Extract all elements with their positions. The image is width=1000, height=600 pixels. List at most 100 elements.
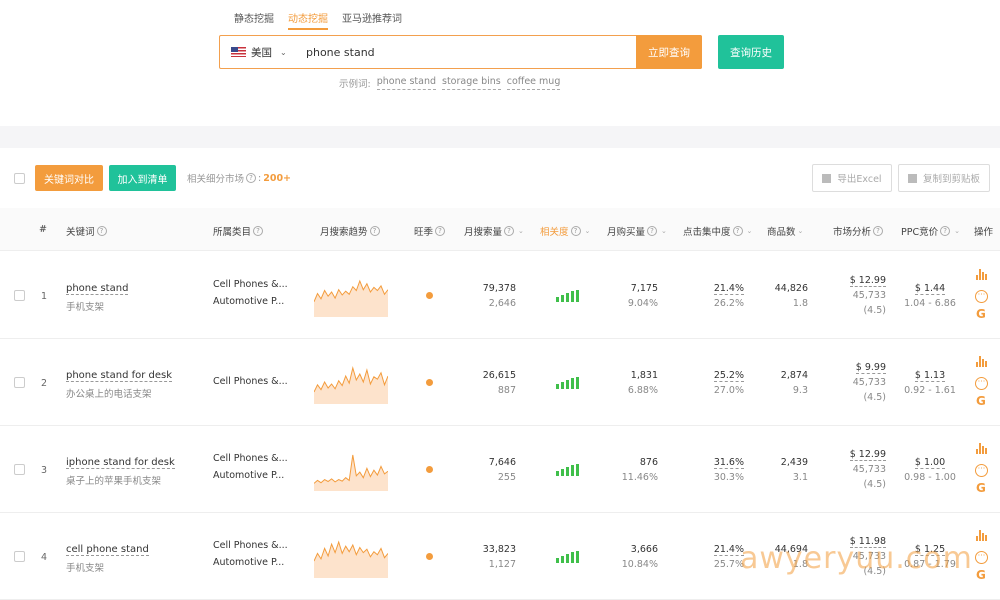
trend-area — [314, 455, 388, 491]
peak-season-dot[interactable] — [426, 379, 433, 386]
peak-season-dot[interactable] — [426, 553, 433, 560]
us-flag-icon — [231, 47, 246, 57]
relevance-signal — [556, 464, 579, 476]
google-search-icon[interactable]: G — [976, 568, 986, 582]
table-row[interactable]: 3 iphone stand for desk 桌子上的苹果手机支架 Cell … — [0, 426, 1000, 513]
tab-dynamic[interactable]: 动态挖掘 — [288, 10, 328, 30]
help-icon[interactable]: ? — [253, 226, 264, 236]
ppc-bid[interactable]: $ 1.00 — [900, 457, 960, 469]
help-icon[interactable]: ? — [504, 226, 515, 236]
click-share[interactable]: 21.4% — [700, 544, 744, 556]
tab-amazon-suggest[interactable]: 亚马逊推荐词 — [342, 10, 402, 30]
keyword-link[interactable]: phone stand — [66, 283, 129, 295]
more-options-icon[interactable]: ··· — [975, 551, 988, 564]
help-icon[interactable]: ? — [246, 173, 257, 183]
help-icon[interactable]: ? — [940, 226, 951, 236]
help-icon[interactable]: ? — [369, 226, 380, 236]
ppc-bid[interactable]: $ 1.13 — [900, 370, 960, 382]
click-share[interactable]: 21.4% — [700, 283, 744, 295]
peak-season-dot[interactable] — [426, 466, 433, 473]
keyword-link[interactable]: iphone stand for desk — [66, 457, 175, 469]
row-checkbox[interactable] — [14, 290, 25, 301]
table-row[interactable]: 2 phone stand for desk 办公桌上的电话支架 Cell Ph… — [0, 339, 1000, 426]
keyword-link[interactable]: cell phone stand — [66, 544, 149, 556]
keyword-link[interactable]: phone stand for desk — [66, 370, 173, 382]
select-all-checkbox[interactable] — [14, 173, 25, 184]
bar-chart-icon[interactable] — [976, 356, 987, 367]
compare-keywords-button[interactable]: 关键词对比 — [35, 165, 103, 191]
sort-icon[interactable]: ⌄ — [954, 227, 960, 235]
help-icon[interactable]: ? — [873, 226, 884, 236]
copy-label: 复制到剪贴板 — [922, 174, 980, 185]
header-click-share[interactable]: 点击集中度? ⌄ — [683, 224, 752, 238]
country-select[interactable]: 美国 ⌄ — [220, 36, 296, 68]
help-icon[interactable]: ? — [732, 226, 743, 236]
relevance-bar — [566, 554, 569, 563]
peak-season-dot[interactable] — [426, 292, 433, 299]
market-count[interactable]: 200+ — [263, 173, 291, 184]
category-secondary: Automotive P... — [213, 470, 285, 481]
search-trend-sparkline[interactable] — [314, 451, 388, 491]
header-products[interactable]: 商品数 ⌄ — [767, 224, 803, 238]
help-icon[interactable]: ? — [647, 226, 658, 236]
click-share-sub: 26.2% — [713, 298, 744, 309]
search-volume-daily: 887 — [497, 385, 516, 396]
example-keyword[interactable]: storage bins — [442, 76, 501, 90]
example-keyword[interactable]: coffee mug — [506, 76, 561, 90]
add-to-list-button[interactable]: 加入到清单 — [109, 165, 176, 191]
google-search-icon[interactable]: G — [976, 307, 986, 321]
help-icon[interactable]: ? — [96, 226, 107, 236]
keyword-input[interactable] — [296, 36, 636, 68]
avg-price[interactable]: $ 12.99 — [840, 449, 886, 461]
more-options-icon[interactable]: ··· — [975, 290, 988, 303]
google-search-icon[interactable]: G — [976, 481, 986, 495]
header-search-volume[interactable]: 月搜索量? ⌄ — [464, 224, 524, 238]
header-purchases[interactable]: 月购买量? ⌄ — [607, 224, 667, 238]
bar-chart-icon[interactable] — [976, 269, 987, 280]
header-keyword: 关键词? — [66, 224, 109, 238]
click-share[interactable]: 25.2% — [700, 370, 744, 382]
more-options-icon[interactable]: ··· — [975, 377, 988, 390]
row-checkbox[interactable] — [14, 551, 25, 562]
export-excel-button[interactable]: 导出Excel — [812, 164, 892, 192]
row-checkbox[interactable] — [14, 377, 25, 388]
search-trend-sparkline[interactable] — [314, 277, 388, 317]
search-trend-sparkline[interactable] — [314, 538, 388, 578]
relevance-bar — [566, 380, 569, 389]
sort-icon[interactable]: ⌄ — [661, 227, 667, 235]
click-share[interactable]: 31.6% — [700, 457, 744, 469]
relevance-bar — [561, 295, 564, 302]
header-market-analysis: 市场分析? — [833, 224, 885, 238]
table-toolbar: 关键词对比 加入到清单 相关细分市场 ?: 200+ 导出Excel 复制到剪贴… — [0, 148, 1000, 208]
history-button[interactable]: 查询历史 — [718, 35, 784, 69]
sort-icon[interactable]: ⌄ — [518, 227, 524, 235]
header-ppc[interactable]: PPC竞价? ⌄ — [901, 224, 960, 238]
google-search-icon[interactable]: G — [976, 394, 986, 408]
search-trend-sparkline[interactable] — [314, 364, 388, 404]
example-keyword[interactable]: phone stand — [376, 76, 436, 90]
tab-static[interactable]: 静态挖掘 — [234, 10, 274, 30]
header-actions: 操作 — [974, 227, 994, 238]
bar-chart-icon[interactable] — [976, 443, 987, 454]
category-secondary: Automotive P... — [213, 557, 285, 568]
avg-price[interactable]: $ 12.99 — [840, 275, 886, 287]
header-relevance[interactable]: 相关度? ⌄ — [540, 224, 590, 238]
relevance-bar — [566, 467, 569, 476]
row-checkbox[interactable] — [14, 464, 25, 475]
more-options-icon[interactable]: ··· — [975, 464, 988, 477]
sort-icon[interactable]: ⌄ — [585, 227, 591, 235]
trend-area — [314, 281, 388, 317]
example-keywords: 示例词: phone stand storage bins coffee mug — [339, 76, 561, 90]
bar-chart-icon[interactable] — [976, 530, 987, 541]
ppc-bid[interactable]: $ 1.44 — [900, 283, 960, 295]
sort-icon[interactable]: ⌄ — [798, 227, 804, 235]
sort-icon[interactable]: ⌄ — [747, 227, 753, 235]
copy-clipboard-button[interactable]: 复制到剪贴板 — [898, 164, 990, 192]
table-row[interactable]: 1 phone stand 手机支架 Cell Phones &... Auto… — [0, 252, 1000, 339]
related-market: 相关细分市场 ?: 200+ — [187, 172, 292, 186]
search-button[interactable]: 立即查询 — [636, 35, 702, 69]
help-icon[interactable]: ? — [570, 226, 581, 236]
avg-price[interactable]: $ 9.99 — [840, 362, 886, 374]
click-share-sub: 25.7% — [713, 559, 744, 570]
help-icon[interactable]: ? — [435, 226, 446, 236]
